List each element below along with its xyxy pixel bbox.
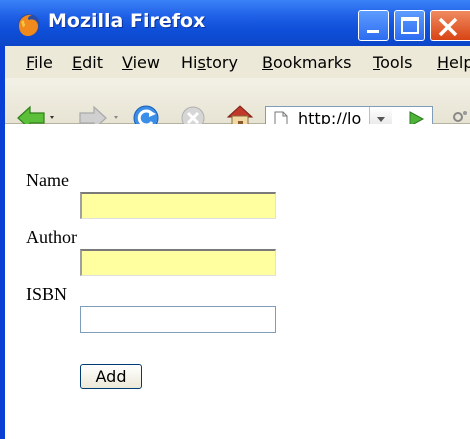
menu-file[interactable]: File	[26, 53, 53, 72]
close-icon	[438, 17, 458, 37]
maximize-icon	[401, 17, 419, 34]
page-content	[5, 124, 470, 439]
name-label: Name	[26, 170, 69, 190]
menu-help[interactable]: Help	[437, 53, 470, 72]
browser-window: Mozilla Firefox File Edit View History B…	[0, 0, 470, 439]
minimize-icon	[367, 30, 379, 33]
author-input[interactable]	[80, 249, 276, 276]
menu-history[interactable]: History	[181, 53, 238, 72]
isbn-input[interactable]	[80, 306, 276, 333]
menu-bookmarks[interactable]: Bookmarks	[262, 53, 351, 72]
maximize-button[interactable]	[394, 10, 425, 41]
title-bar[interactable]: Mozilla Firefox	[0, 0, 470, 46]
menu-edit[interactable]: Edit	[72, 53, 103, 72]
window-title: Mozilla Firefox	[48, 10, 206, 32]
author-label: Author	[26, 227, 77, 247]
menu-bar: File Edit View History Bookmarks Tools H…	[5, 46, 470, 78]
isbn-label: ISBN	[26, 284, 68, 304]
firefox-icon	[18, 14, 40, 37]
menu-tools[interactable]: Tools	[373, 53, 412, 72]
add-button[interactable]: Add	[80, 364, 142, 389]
menu-view[interactable]: View	[122, 53, 160, 72]
name-input[interactable]	[80, 192, 276, 219]
minimize-button[interactable]	[358, 10, 389, 41]
close-button[interactable]	[430, 10, 470, 41]
